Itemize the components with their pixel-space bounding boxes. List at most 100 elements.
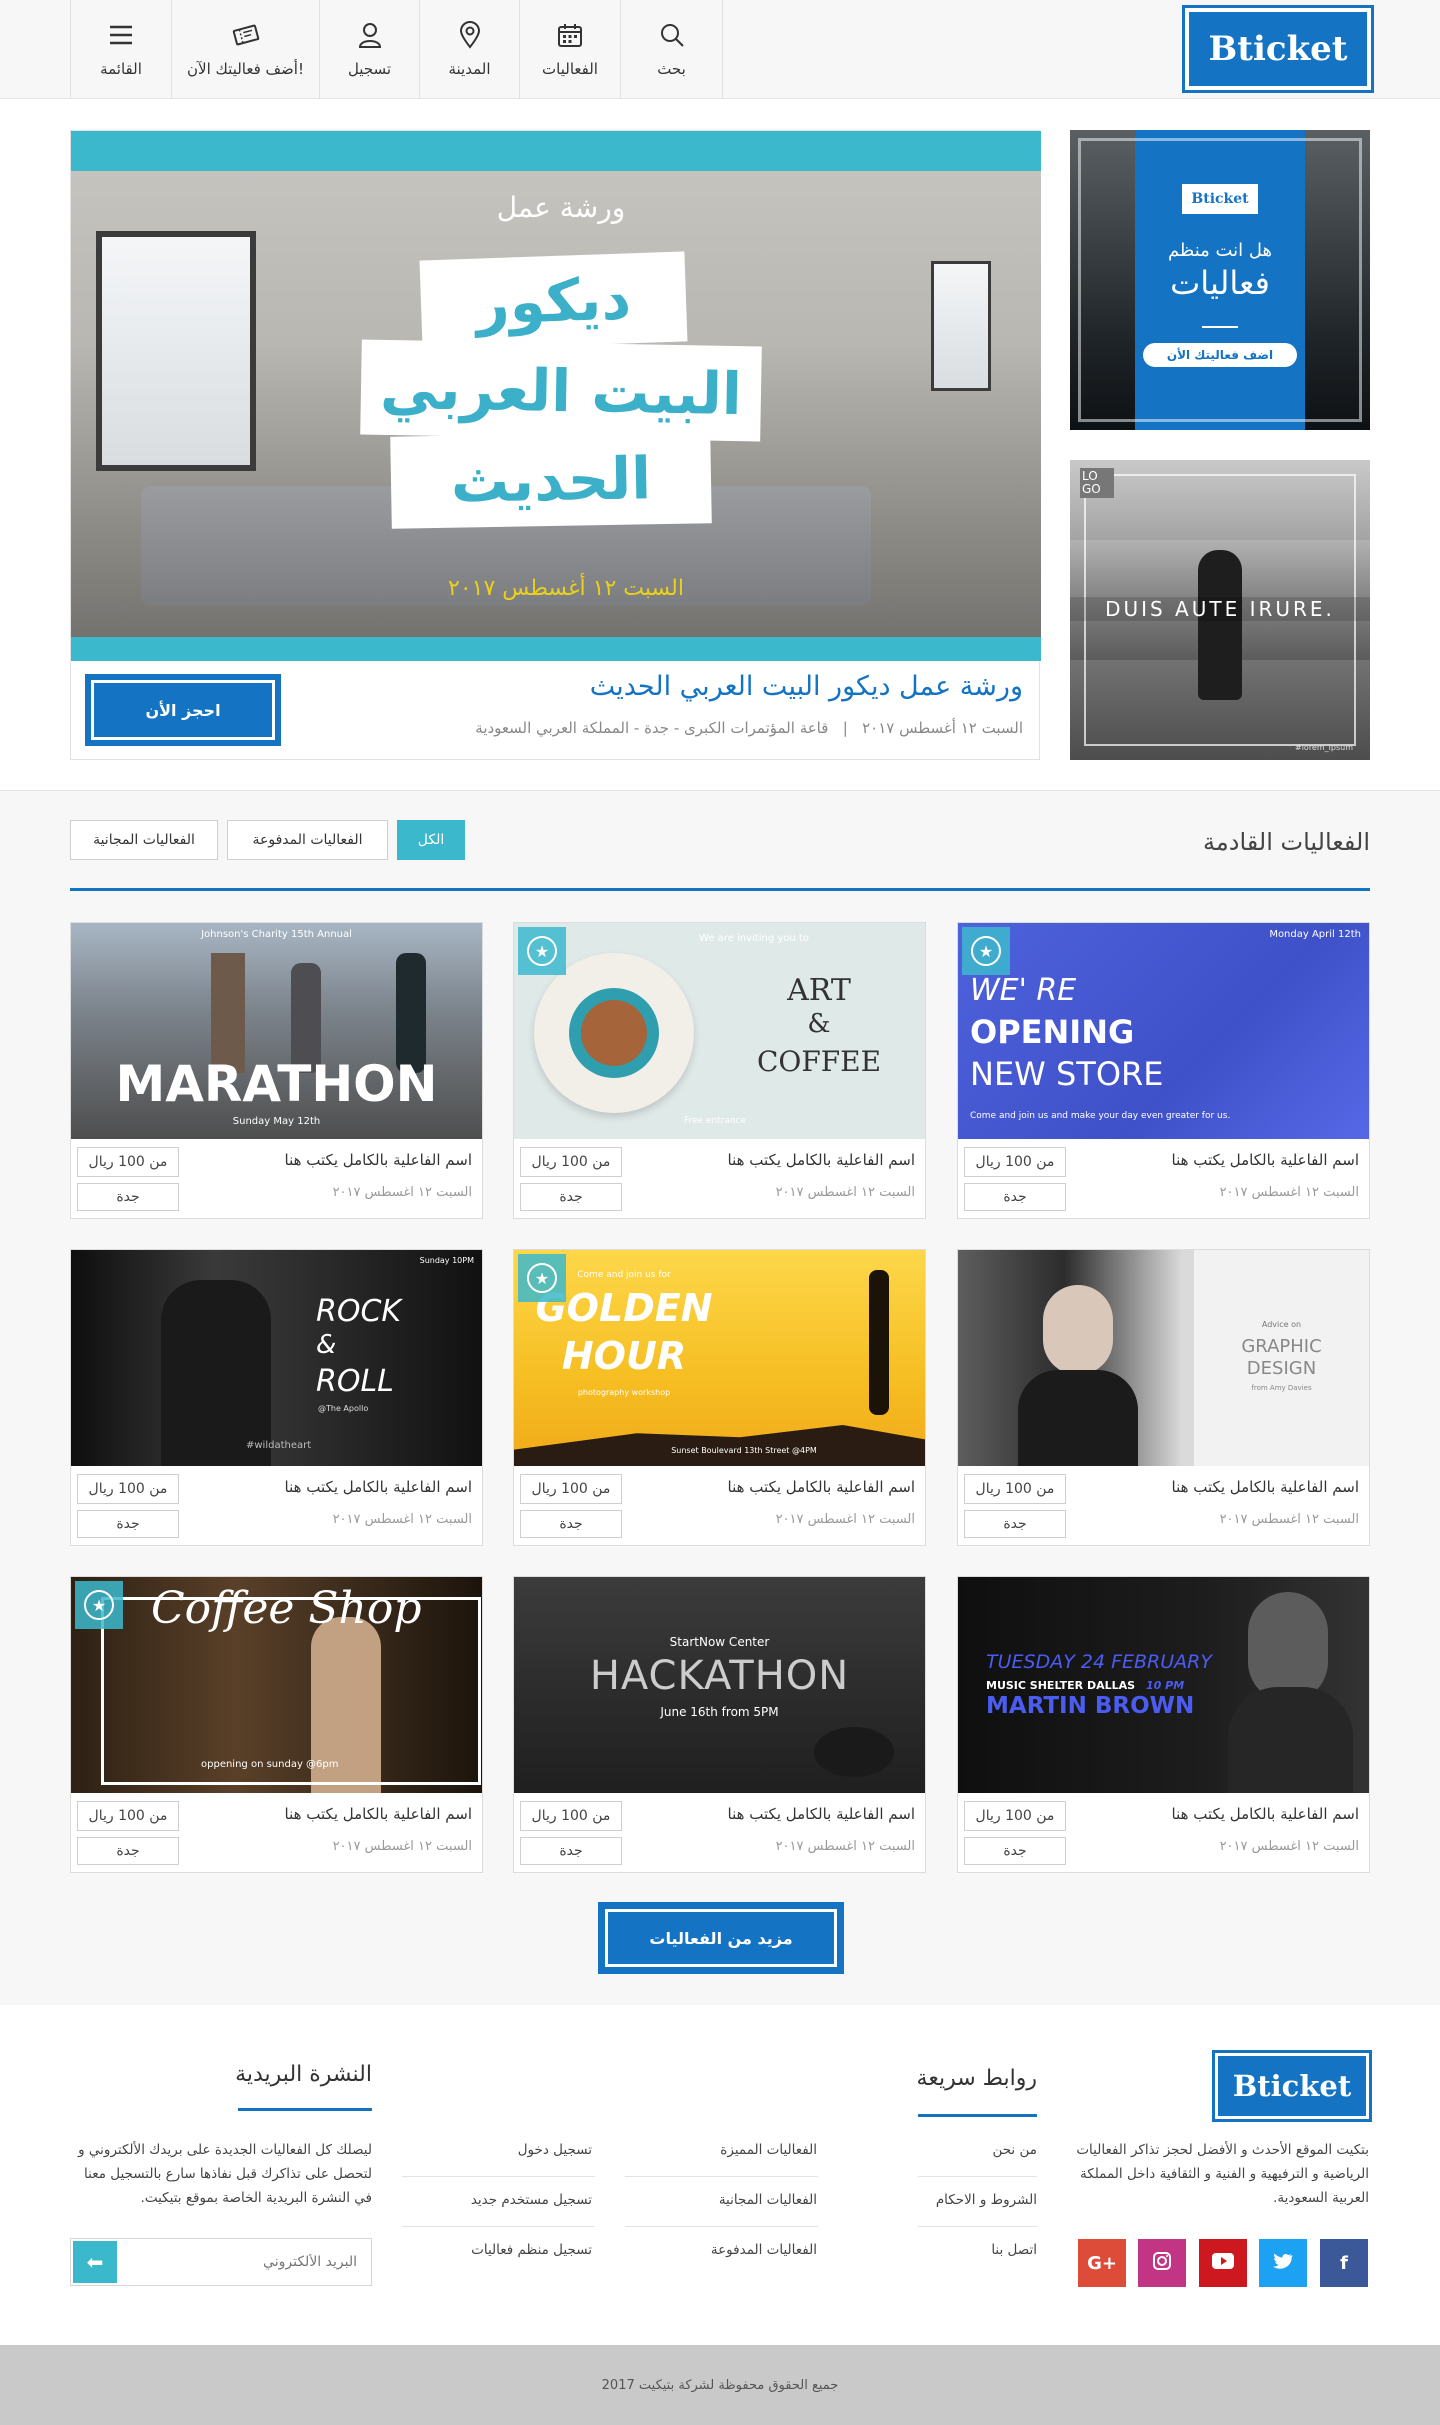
- nav-menu[interactable]: القائمة: [70, 0, 172, 98]
- footer-logo[interactable]: Bticket: [1212, 2050, 1372, 2122]
- facebook-icon: f: [1340, 2252, 1348, 2274]
- footer-link-divider: [402, 2226, 595, 2227]
- event-poster: Come and join us for GOLDEN HOUR photogr…: [514, 1250, 925, 1466]
- event-price: من 100 ريال: [77, 1147, 179, 1177]
- nav-register[interactable]: تسجيل: [320, 0, 420, 98]
- footer-link-login[interactable]: تسجيل دخول: [518, 2142, 592, 2158]
- event-poster: Monday April 12th WE' RE OPENING NEW STO…: [958, 923, 1369, 1139]
- poster-line-3: COFFEE: [756, 1045, 882, 1078]
- filter-paid[interactable]: الفعاليات المدفوعة: [227, 820, 388, 860]
- quick-links-title: روابط سريعة: [916, 2066, 1037, 2091]
- filter-all[interactable]: الكل: [397, 820, 465, 860]
- event-date: السبت ١٢ اغسطس ٢٠١٧: [775, 1839, 915, 1854]
- event-card[interactable]: TUESDAY 24 FEBRUARY MUSIC SHELTER DALLAS…: [957, 1576, 1370, 1873]
- banner-date: السبت ١٢ أغسطس ٢٠١٧: [448, 576, 684, 601]
- footer-link-featured[interactable]: الفعاليات المميزة: [720, 2142, 817, 2158]
- upcoming-events-title: الفعاليات القادمة: [1203, 828, 1370, 856]
- event-card[interactable]: Sunday 10PM ROCK & ROLL @The Apollo #wil…: [70, 1249, 483, 1546]
- copyright-bar: جميع الحقوق محفوظة لشركة بتيكيت 2017: [0, 2345, 1440, 2425]
- event-price: من 100 ريال: [77, 1474, 179, 1504]
- event-date: السبت ١٢ اغسطس ٢٠١٧: [775, 1512, 915, 1527]
- google-plus-icon: G+: [1087, 2252, 1117, 2274]
- event-card[interactable]: Johnson's Charity 15th Annual MARATHON S…: [70, 922, 483, 1219]
- instagram-button[interactable]: [1138, 2239, 1186, 2287]
- footer-link-signup[interactable]: تسجيل مستخدم جديد: [471, 2192, 592, 2208]
- event-city: جدة: [520, 1837, 622, 1865]
- featured-star-icon: ★: [518, 927, 566, 975]
- event-city: جدة: [77, 1183, 179, 1211]
- hamburger-menu-icon: [106, 20, 136, 50]
- organizer-ad[interactable]: Bticket هل انت منظم فعاليات اضف فعاليتك …: [1070, 130, 1370, 430]
- event-name[interactable]: اسم الفاعلية بالكامل يكتب هنا: [1172, 1805, 1359, 1823]
- meta-separator: |: [842, 719, 848, 737]
- sample-ad[interactable]: LO GO DUIS AUTE IRURE. #lorem_ipsum: [1070, 460, 1370, 760]
- event-date: السبت ١٢ اغسطس ٢٠١٧: [1219, 1185, 1359, 1200]
- poster-bottom-text: Sunday May 12th: [232, 1116, 321, 1127]
- event-name[interactable]: اسم الفاعلية بالكامل يكتب هنا: [728, 1478, 915, 1496]
- event-name[interactable]: اسم الفاعلية بالكامل يكتب هنا: [728, 1805, 915, 1823]
- arrow-left-icon: ⬅: [86, 2250, 104, 2274]
- footer-link-about[interactable]: من نحن: [992, 2142, 1037, 2158]
- poster-line-3: photography workshop: [577, 1388, 671, 1397]
- nav-register-label: تسجيل: [347, 60, 392, 78]
- event-poster: We are inviting you to ART & COFFEE Free…: [514, 923, 925, 1139]
- poster-line-1: ART: [787, 973, 851, 1008]
- featured-event-card: ورشة عمل ديكور البيت العربي الحديث السبت…: [70, 130, 1041, 760]
- poster-top-text: Monday April 12th: [1269, 929, 1361, 940]
- youtube-button[interactable]: [1199, 2239, 1247, 2287]
- poster-top-text: Johnson's Charity 15th Annual: [201, 929, 352, 940]
- event-card[interactable]: Come and join us for GOLDEN HOUR photogr…: [513, 1249, 926, 1546]
- event-name[interactable]: اسم الفاعلية بالكامل يكتب هنا: [285, 1151, 472, 1169]
- featured-event-banner[interactable]: ورشة عمل ديكور البيت العربي الحديث السبت…: [71, 131, 1041, 661]
- ad2-text: DUIS AUTE IRURE.: [1070, 597, 1370, 621]
- facebook-button[interactable]: f: [1320, 2239, 1368, 2287]
- event-name[interactable]: اسم الفاعلية بالكامل يكتب هنا: [1172, 1151, 1359, 1169]
- filter-free[interactable]: الفعاليات المجانية: [70, 820, 218, 860]
- google-plus-button[interactable]: G+: [1078, 2239, 1126, 2287]
- event-name[interactable]: اسم الفاعلية بالكامل يكتب هنا: [1172, 1478, 1359, 1496]
- footer-link-contact[interactable]: اتصل بنا: [991, 2242, 1037, 2258]
- ad-divider: [1202, 326, 1238, 328]
- ad-add-event-button[interactable]: اضف فعاليتك الأن: [1143, 343, 1297, 367]
- event-card[interactable]: We are inviting you to ART & COFFEE Free…: [513, 922, 926, 1219]
- subscribe-button[interactable]: ⬅: [73, 2241, 117, 2283]
- event-card[interactable]: Advice on GRAPHIC DESIGN from Amy Davies…: [957, 1249, 1370, 1546]
- nav-city[interactable]: المدينة: [420, 0, 520, 98]
- event-name[interactable]: اسم الفاعلية بالكامل يكتب هنا: [285, 1478, 472, 1496]
- footer-link-organizer-signup[interactable]: تسجيل منظم فعاليات: [471, 2242, 592, 2258]
- nav-events[interactable]: الفعاليات: [520, 0, 621, 98]
- newsletter-text: ليصلك كل الفعاليات الجديدة على بريدك الأ…: [78, 2142, 372, 2206]
- book-now-button[interactable]: احجز الأن: [85, 674, 281, 746]
- user-icon: [355, 20, 385, 50]
- more-events-button[interactable]: مزيد من الفعاليات: [598, 1902, 844, 1974]
- nav-search[interactable]: بحث: [621, 0, 723, 98]
- footer-link-free[interactable]: الفعاليات المجانية: [719, 2192, 817, 2208]
- poster-line-3: ROLL: [316, 1364, 394, 1399]
- footer-link-paid[interactable]: الفعاليات المدفوعة: [711, 2242, 817, 2258]
- ad2-handle: #lorem_ipsum: [1295, 743, 1353, 752]
- event-name[interactable]: اسم الفاعلية بالكامل يكتب هنا: [728, 1151, 915, 1169]
- poster-body-decoration: [1018, 1370, 1138, 1466]
- newsletter-form: ⬅: [70, 2238, 372, 2286]
- nav-add-event[interactable]: أضف فعاليتك الآن!: [172, 0, 320, 98]
- ad2-logo: LO GO: [1080, 468, 1114, 498]
- poster-face-decoration: [1043, 1285, 1113, 1375]
- event-name[interactable]: اسم الفاعلية بالكامل يكتب هنا: [285, 1805, 472, 1823]
- twitter-icon: [1273, 2253, 1293, 2274]
- footer-link-terms[interactable]: الشروط و الاحكام: [936, 2192, 1037, 2208]
- event-card[interactable]: StartNow Center HACKATHON June 16th from…: [513, 1576, 926, 1873]
- nav-add-event-label: أضف فعاليتك الآن!: [187, 60, 304, 78]
- email-input[interactable]: [123, 2239, 369, 2285]
- site-header: Bticket بحث الفعاليات المدينة تسجيل أضف …: [0, 0, 1440, 99]
- twitter-button[interactable]: [1259, 2239, 1307, 2287]
- featured-event-title[interactable]: ورشة عمل ديكور البيت العربي الحديث: [590, 671, 1023, 702]
- more-events-label: مزيد من الفعاليات: [605, 1909, 837, 1967]
- poster-bottom-text: Sunset Boulevard 13th Street @4PM: [671, 1446, 817, 1455]
- event-card[interactable]: Monday April 12th WE' RE OPENING NEW STO…: [957, 922, 1370, 1219]
- footer-link-divider: [625, 2176, 818, 2177]
- event-card[interactable]: Coffee Shop oppening on sunday @6pm ★ اس…: [70, 1576, 483, 1873]
- poster-bottom-text: Come and join us and make your day even …: [970, 1111, 1231, 1121]
- event-poster: StartNow Center HACKATHON June 16th from…: [514, 1577, 925, 1793]
- event-price: من 100 ريال: [964, 1147, 1066, 1177]
- site-logo[interactable]: Bticket: [1182, 5, 1374, 93]
